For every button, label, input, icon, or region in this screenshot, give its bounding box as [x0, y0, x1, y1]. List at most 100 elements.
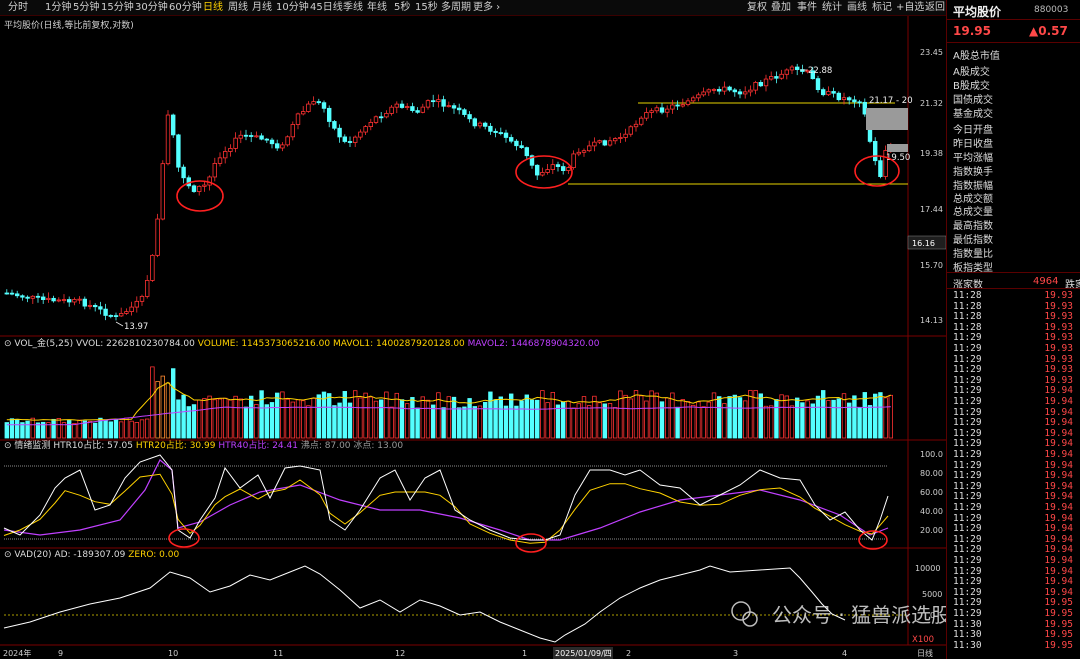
tick-price: 19.94	[1044, 470, 1073, 482]
candle-body	[680, 104, 685, 107]
tick-time: 11:29	[953, 427, 982, 439]
volume-bar	[119, 421, 124, 439]
volume-bar	[243, 406, 249, 439]
volume-bar	[430, 404, 436, 439]
volume-bar	[207, 395, 212, 439]
volume-bar	[623, 394, 628, 439]
tick-price: 19.94	[1044, 586, 1073, 598]
volume-bar	[51, 418, 56, 439]
candle-body	[696, 94, 701, 99]
date-label: 10	[168, 649, 178, 658]
candle-body	[633, 123, 639, 128]
volume-bar	[607, 403, 613, 439]
tick-time: 11:28	[953, 321, 982, 333]
volume-bar	[815, 395, 821, 439]
panel-toggle-icon[interactable]: ⊙	[4, 550, 12, 560]
panel-toggle-icon[interactable]: ⊙	[4, 339, 12, 349]
volume-bar	[87, 420, 93, 439]
tick-time: 11:29	[953, 565, 982, 577]
htr-axis-label: 60.00	[920, 488, 943, 497]
tick-price: 19.95	[1044, 629, 1073, 641]
vad-line	[3, 565, 846, 643]
candle-body	[774, 76, 779, 79]
volume-bar	[311, 397, 316, 439]
candle-body	[503, 132, 509, 138]
candle-body	[763, 78, 769, 87]
candle-body	[493, 130, 498, 133]
candle-body	[753, 82, 758, 91]
volume-bar	[77, 419, 82, 439]
candle-body	[748, 89, 753, 93]
candle-body	[722, 86, 727, 92]
candle-body	[451, 105, 457, 109]
tick-time: 11:29	[953, 523, 982, 535]
volume-bar	[67, 419, 72, 439]
tick-time: 11:29	[953, 438, 982, 450]
candle-body	[488, 125, 493, 132]
volume-bar	[482, 401, 488, 439]
volume-bar	[587, 405, 592, 439]
highlight-circle	[176, 180, 224, 212]
volume-bar	[680, 399, 685, 439]
candle-body	[25, 296, 30, 299]
candle-body	[659, 107, 665, 113]
candle-body	[368, 122, 373, 128]
volume-bar	[529, 399, 535, 439]
candle-body	[326, 107, 332, 122]
candle-body	[306, 103, 311, 112]
high-annotation: 22.88	[808, 66, 832, 76]
field-label: 总成交量	[953, 207, 993, 218]
candle-body	[446, 105, 451, 108]
volume-bar	[613, 407, 618, 439]
candle-body	[155, 218, 160, 256]
date-label: 12	[395, 649, 405, 658]
volume-bar	[633, 390, 639, 439]
tick-price: 19.94	[1044, 523, 1073, 535]
candle-body	[259, 135, 264, 140]
current-price: 19.95	[953, 24, 991, 38]
candle-body	[98, 306, 103, 310]
candle-body	[857, 101, 862, 104]
candle-body	[72, 299, 77, 303]
candle-body	[404, 106, 410, 108]
tick-time: 11:30	[953, 629, 982, 641]
candle-body	[67, 299, 72, 303]
candle-body	[176, 134, 181, 168]
volume-bar	[274, 392, 280, 439]
volume-bar	[561, 401, 566, 439]
volume-bar	[347, 402, 353, 439]
candle-body	[769, 76, 774, 80]
volume-bar	[124, 417, 129, 439]
candle-body	[784, 69, 789, 75]
candle-body	[124, 311, 129, 314]
field-label: A股总市值	[953, 51, 1000, 62]
volume-bar	[196, 399, 202, 439]
candle-body	[685, 100, 691, 106]
vad-title: VAD(20)	[14, 550, 52, 560]
volume-bar	[732, 394, 737, 439]
candle-body	[207, 176, 212, 186]
tick-price: 19.93	[1044, 374, 1073, 386]
volume-bar	[784, 395, 789, 439]
panel-toggle-icon[interactable]: ⊙	[4, 441, 12, 451]
volume-bar	[737, 397, 743, 439]
candle-body	[425, 100, 431, 108]
volume-bar	[821, 390, 826, 439]
volume-bar	[566, 400, 571, 439]
volume-bar	[373, 400, 379, 439]
volume-bar	[675, 406, 680, 439]
volume-bar	[300, 400, 306, 439]
candle-body	[108, 315, 113, 317]
candle-body	[498, 132, 503, 134]
htr20-value: HTR20占比: 30.99	[135, 441, 216, 451]
zero-value: ZERO: 0.00	[128, 550, 180, 560]
tick-time: 11:29	[953, 374, 982, 386]
field-label: 今日开盘	[953, 125, 993, 136]
ad-value: AD: -189307.09	[54, 550, 126, 560]
volume-bar	[743, 400, 748, 439]
candle-body	[347, 141, 353, 143]
volume-bar	[363, 392, 368, 439]
volume-bar	[826, 400, 831, 439]
vvol-value: VVOL: 2262810230784.00	[75, 339, 195, 349]
index-code: 880003	[1034, 5, 1069, 15]
